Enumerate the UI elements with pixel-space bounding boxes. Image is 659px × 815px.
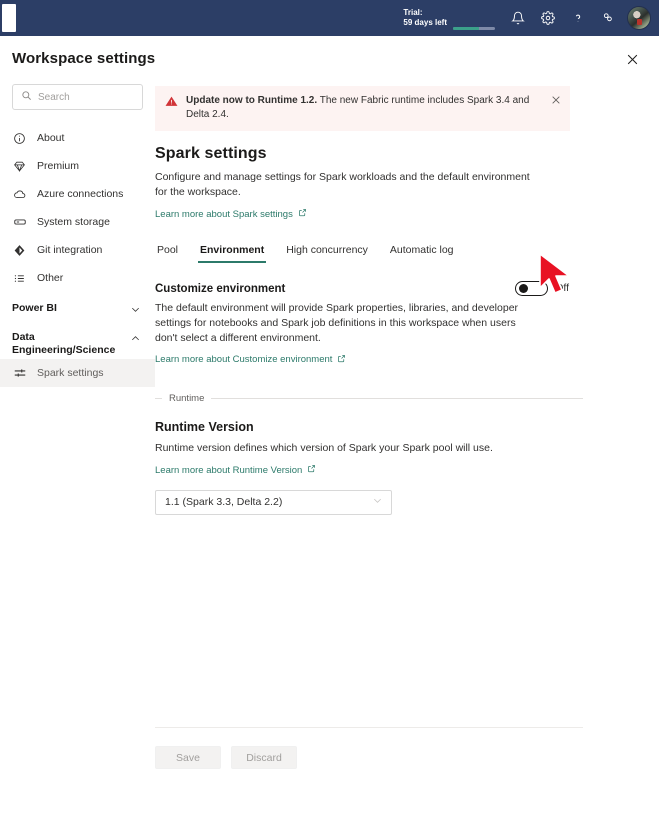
runtime-version-title: Runtime Version bbox=[155, 420, 254, 434]
runtime-version-setting: Runtime Version Runtime version defines … bbox=[155, 420, 583, 515]
customize-environment-toggle-group: Off bbox=[515, 280, 569, 296]
cloud-icon bbox=[12, 187, 27, 202]
toggle-state-label: Off bbox=[555, 282, 569, 294]
spark-settings-panel: Spark settings Configure and manage sett… bbox=[155, 131, 659, 515]
runtime-legend-label: Runtime bbox=[169, 393, 205, 404]
search-icon bbox=[21, 88, 32, 106]
sidebar-item-label: Azure connections bbox=[37, 188, 124, 200]
customize-environment-setting: Customize environment Off The default en… bbox=[155, 280, 583, 368]
footer-divider bbox=[155, 727, 583, 728]
close-icon[interactable] bbox=[621, 48, 643, 70]
storage-icon bbox=[12, 215, 27, 230]
section-title: Spark settings bbox=[155, 145, 267, 162]
section-description: Configure and manage settings for Spark … bbox=[155, 171, 530, 198]
sidebar-item-label: Other bbox=[37, 272, 64, 284]
sidebar-item-system-storage[interactable]: System storage bbox=[0, 208, 155, 236]
external-link-icon bbox=[307, 464, 316, 476]
page-title: Workspace settings bbox=[12, 50, 156, 67]
learn-more-runtime-version-link[interactable]: Learn more about Runtime Version bbox=[155, 464, 316, 476]
sidebar-group-data-engineering-science[interactable]: Data Engineering/Science bbox=[0, 321, 155, 359]
sidebar-item-about[interactable]: About bbox=[0, 124, 155, 152]
sidebar-group-label: Power BI bbox=[12, 302, 57, 314]
trial-days-left: 59 days left bbox=[403, 17, 447, 27]
page-body: About Premium Azure connections bbox=[0, 80, 659, 815]
runtime-version-value: 1.1 (Spark 3.3, Delta 2.2) bbox=[165, 496, 283, 508]
gear-icon[interactable] bbox=[533, 3, 563, 33]
sidebar-group-power-bi[interactable]: Power BI bbox=[0, 292, 155, 321]
external-link-icon bbox=[298, 208, 307, 220]
runtime-fieldset-legend: Runtime bbox=[155, 393, 583, 404]
sidebar-item-label: System storage bbox=[37, 216, 110, 228]
customize-environment-description: The default environment will provide Spa… bbox=[155, 301, 519, 344]
runtime-version-dropdown[interactable]: 1.1 (Spark 3.3, Delta 2.2) bbox=[155, 489, 392, 515]
toggle-knob bbox=[519, 283, 529, 293]
page-header: Workspace settings bbox=[0, 36, 659, 80]
discard-button[interactable]: Discard bbox=[231, 746, 297, 769]
tab-environment[interactable]: Environment bbox=[198, 240, 267, 263]
sidebar-item-label: Spark settings bbox=[37, 367, 104, 379]
help-question-icon[interactable] bbox=[563, 3, 593, 33]
list-icon bbox=[12, 271, 27, 286]
trial-progress bbox=[453, 20, 495, 30]
sliders-icon bbox=[12, 366, 27, 381]
diamond-icon bbox=[12, 159, 27, 174]
settings-tabs: Pool Environment High concurrency Automa… bbox=[155, 240, 583, 263]
tab-high-concurrency[interactable]: High concurrency bbox=[284, 240, 370, 263]
sidebar-item-azure-connections[interactable]: Azure connections bbox=[0, 180, 155, 208]
main-content: Update now to Runtime 1.2. The new Fabri… bbox=[155, 80, 659, 815]
sidebar-item-spark-settings[interactable]: Spark settings bbox=[0, 359, 155, 387]
search-input[interactable] bbox=[38, 91, 134, 103]
customize-environment-toggle[interactable] bbox=[515, 280, 549, 296]
tab-pool[interactable]: Pool bbox=[155, 240, 180, 263]
chevron-up-icon bbox=[130, 331, 141, 348]
runtime-update-banner: Update now to Runtime 1.2. The new Fabri… bbox=[155, 86, 570, 131]
tab-automatic-log[interactable]: Automatic log bbox=[388, 240, 456, 263]
topbar-actions: Trial: 59 days left bbox=[403, 3, 659, 33]
warning-triangle-icon bbox=[165, 94, 178, 113]
chevron-down-icon bbox=[372, 495, 383, 509]
learn-more-label: Learn more about Spark settings bbox=[155, 208, 293, 220]
chevron-down-icon bbox=[130, 302, 141, 319]
learn-more-label: Learn more about Customize environment bbox=[155, 354, 333, 365]
runtime-version-description: Runtime version defines which version of… bbox=[155, 442, 493, 454]
sidebar-item-label: Premium bbox=[37, 160, 80, 172]
trial-label: Trial: bbox=[403, 7, 423, 17]
top-navigation-bar: Trial: 59 days left bbox=[0, 0, 659, 36]
learn-more-label: Learn more about Runtime Version bbox=[155, 464, 303, 476]
learn-more-customize-environment-link[interactable]: Learn more about Customize environment bbox=[155, 354, 346, 366]
git-icon bbox=[12, 243, 27, 258]
app-logo bbox=[2, 4, 16, 32]
notifications-bell-icon[interactable] bbox=[503, 3, 533, 33]
sidebar-item-other[interactable]: Other bbox=[0, 264, 155, 292]
settings-footer: Save Discard bbox=[155, 727, 583, 769]
search-box[interactable] bbox=[12, 84, 143, 110]
sidebar-item-git-integration[interactable]: Git integration bbox=[0, 236, 155, 264]
info-circle-icon bbox=[12, 131, 27, 146]
learn-more-spark-settings-link[interactable]: Learn more about Spark settings bbox=[155, 208, 307, 220]
settings-sidebar: About Premium Azure connections bbox=[0, 80, 155, 815]
save-button[interactable]: Save bbox=[155, 746, 221, 769]
sidebar-group-label: Data Engineering/Science bbox=[12, 331, 116, 356]
footer-buttons: Save Discard bbox=[155, 746, 583, 769]
sidebar-item-label: About bbox=[37, 132, 65, 144]
trial-status: Trial: 59 days left bbox=[403, 8, 447, 29]
feedback-link-icon[interactable] bbox=[593, 3, 623, 33]
sidebar-item-premium[interactable]: Premium bbox=[0, 152, 155, 180]
banner-message: Update now to Runtime 1.2. The new Fabri… bbox=[186, 94, 560, 122]
sidebar-item-label: Git integration bbox=[37, 244, 103, 256]
banner-message-bold: Update now to Runtime 1.2. bbox=[186, 95, 318, 106]
banner-close-icon[interactable] bbox=[550, 94, 562, 106]
user-avatar[interactable] bbox=[627, 6, 651, 30]
external-link-icon bbox=[337, 354, 346, 366]
